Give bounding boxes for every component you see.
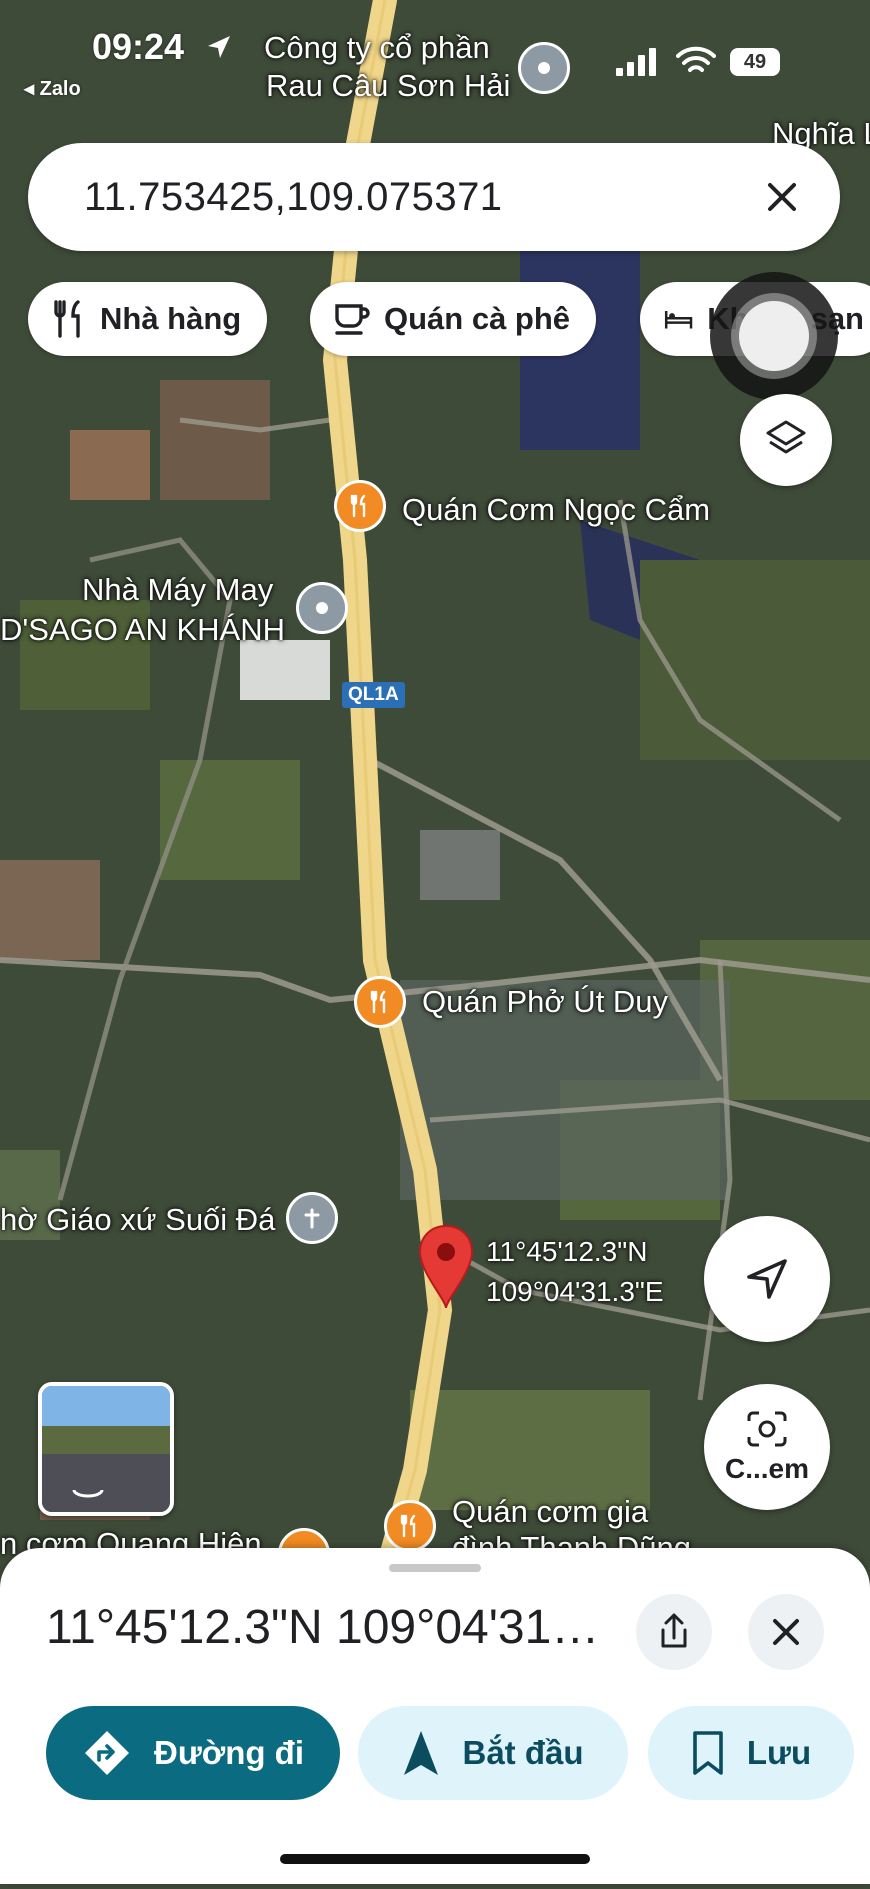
- my-location-button[interactable]: [704, 1216, 830, 1342]
- chip-restaurants[interactable]: Nhà hàng: [28, 282, 268, 356]
- directions-icon: [85, 1731, 129, 1775]
- dropped-pin[interactable]: [416, 1224, 476, 1310]
- chip-label: Nhà hàng: [100, 301, 242, 336]
- place-label-line1[interactable]: Nhà Máy May: [82, 572, 273, 608]
- close-icon[interactable]: [764, 179, 800, 215]
- navigation-start-icon: [404, 1731, 439, 1775]
- search-input[interactable]: 11.753425,109.075371: [84, 175, 764, 220]
- place-title: 11°45'12.3"N 109°04'31.3"E: [46, 1601, 606, 1654]
- restaurant-pin[interactable]: [384, 1500, 436, 1552]
- close-icon: [773, 1619, 799, 1645]
- directions-button[interactable]: Đường đi: [46, 1706, 340, 1800]
- home-indicator: [280, 1854, 590, 1864]
- street-view-thumbnail[interactable]: [38, 1382, 174, 1516]
- back-to-app[interactable]: ◂ Zalo: [24, 76, 81, 101]
- fork-knife-icon: [350, 494, 366, 518]
- camera-button-label: C...em: [724, 1453, 810, 1484]
- bottom-sheet[interactable]: 11°45'12.3"N 109°04'31.3"E Đường đi Bắt …: [0, 1548, 870, 1884]
- factory-pin[interactable]: [296, 582, 348, 634]
- start-button[interactable]: Bắt đầu: [358, 1706, 628, 1800]
- red-pin-icon: [418, 1224, 474, 1309]
- place-label[interactable]: hờ Giáo xứ Suối Đá: [0, 1202, 275, 1238]
- search-bar[interactable]: 11.753425,109.075371: [28, 143, 840, 251]
- layers-button[interactable]: [740, 394, 832, 486]
- status-time: 09:24: [92, 26, 185, 67]
- marker-icon: [316, 602, 328, 614]
- bookmark-icon: [693, 1731, 723, 1775]
- battery-level: 49: [743, 50, 767, 73]
- place-label[interactable]: Quán Phở Út Duy: [422, 984, 668, 1020]
- start-label: Bắt đầu: [462, 1734, 584, 1771]
- save-label: Lưu: [746, 1734, 812, 1771]
- place-pin[interactable]: [518, 42, 570, 94]
- fork-knife-icon: [400, 1514, 416, 1538]
- marker-icon: [538, 62, 550, 74]
- cross-icon: [304, 1208, 320, 1229]
- share-button[interactable]: [636, 1594, 712, 1670]
- bed-icon: [664, 310, 693, 329]
- street-view-image: [42, 1386, 170, 1512]
- directions-label: Đường đi: [154, 1734, 304, 1771]
- coffee-icon: [335, 304, 370, 335]
- layers-icon: [766, 420, 806, 454]
- fork-knife-icon: [54, 300, 80, 338]
- place-label-line1[interactable]: Công ty cổ phần: [264, 30, 490, 66]
- share-icon: [661, 1613, 687, 1648]
- fork-knife-icon: [370, 990, 386, 1014]
- place-label-line2[interactable]: Rau Câu Sơn Hải: [266, 68, 510, 104]
- chip-coffee[interactable]: Quán cà phê: [310, 282, 597, 356]
- place-label-line1[interactable]: Quán cơm gia: [452, 1494, 648, 1530]
- battery-indicator: 49: [730, 48, 780, 76]
- drag-handle[interactable]: [389, 1564, 481, 1572]
- assistive-touch-button[interactable]: [710, 272, 838, 400]
- location-arrow-icon: [208, 36, 230, 58]
- place-label[interactable]: Quán Cơm Ngọc Cẩm: [402, 492, 710, 528]
- restaurant-pin[interactable]: [334, 480, 386, 532]
- road-shield: QL1A: [342, 682, 405, 708]
- pin-latitude: 11°45'12.3"N: [486, 1236, 648, 1267]
- close-sheet-button[interactable]: [748, 1594, 824, 1670]
- chip-label: Quán cà phê: [384, 301, 571, 336]
- signal-icon: [616, 48, 656, 76]
- assistive-touch-inner: [739, 301, 809, 371]
- navigation-arrow-icon: [747, 1259, 787, 1299]
- pin-longitude: 109°04'31.3"E: [486, 1276, 664, 1307]
- camera-search-button[interactable]: C...em: [704, 1384, 830, 1510]
- save-button[interactable]: Lưu: [648, 1706, 854, 1800]
- camera-icon: [747, 1411, 787, 1447]
- church-pin[interactable]: [286, 1192, 338, 1244]
- restaurant-pin[interactable]: [354, 976, 406, 1028]
- wifi-icon: [676, 46, 716, 72]
- place-label-line2[interactable]: D'SAGO AN KHÁNH: [0, 612, 285, 648]
